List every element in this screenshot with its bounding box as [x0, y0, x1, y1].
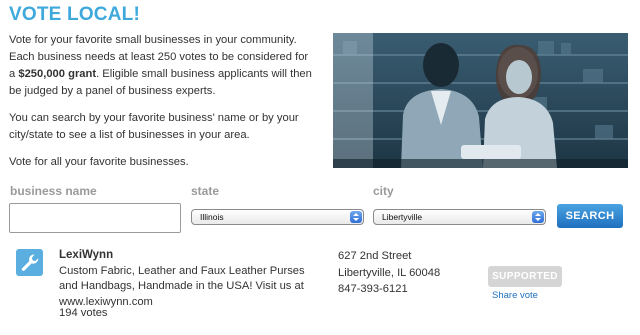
business-name-label: business name — [10, 184, 97, 198]
city-select[interactable]: Libertyville — [373, 209, 546, 225]
select-arrows-icon — [350, 211, 362, 223]
business-address: 627 2nd Street Libertyville, IL 60048 84… — [338, 248, 440, 298]
state-label: state — [191, 184, 220, 198]
business-name-input[interactable] — [9, 203, 181, 233]
business-phone: 847-393-6121 — [338, 283, 408, 296]
intro-paragraph-1: Vote for your favorite small businesses … — [9, 34, 312, 97]
state-select-value: Illinois — [200, 212, 224, 222]
intro-text: Vote for your favorite small businesses … — [9, 32, 314, 181]
city-label: city — [373, 184, 394, 198]
grant-amount: $250,000 grant — [18, 68, 97, 80]
page-title: VOTE LOCAL! — [9, 4, 140, 25]
supported-button[interactable]: SUPPORTED — [488, 266, 562, 287]
select-arrows-icon — [532, 211, 544, 223]
hero-photo-illustration — [333, 33, 628, 168]
state-select[interactable]: Illinois — [191, 209, 364, 225]
search-button[interactable]: SEARCH — [557, 204, 623, 228]
intro-paragraph-3: Vote for all your favorite businesses. — [9, 156, 189, 168]
hero-photo — [333, 33, 628, 168]
address-city: Libertyville, IL 60048 — [338, 266, 441, 279]
city-select-value: Libertyville — [382, 212, 423, 222]
vote-count: 194 votes — [59, 307, 108, 319]
address-street: 627 2nd Street — [338, 250, 412, 262]
business-description: Custom Fabric, Leather and Faux Leather … — [59, 265, 305, 308]
share-vote-link[interactable]: Share vote — [492, 290, 538, 301]
business-name: LexiWynn — [59, 249, 114, 261]
wrench-icon — [16, 249, 43, 276]
intro-paragraph-2: You can search by your favorite business… — [9, 112, 299, 141]
